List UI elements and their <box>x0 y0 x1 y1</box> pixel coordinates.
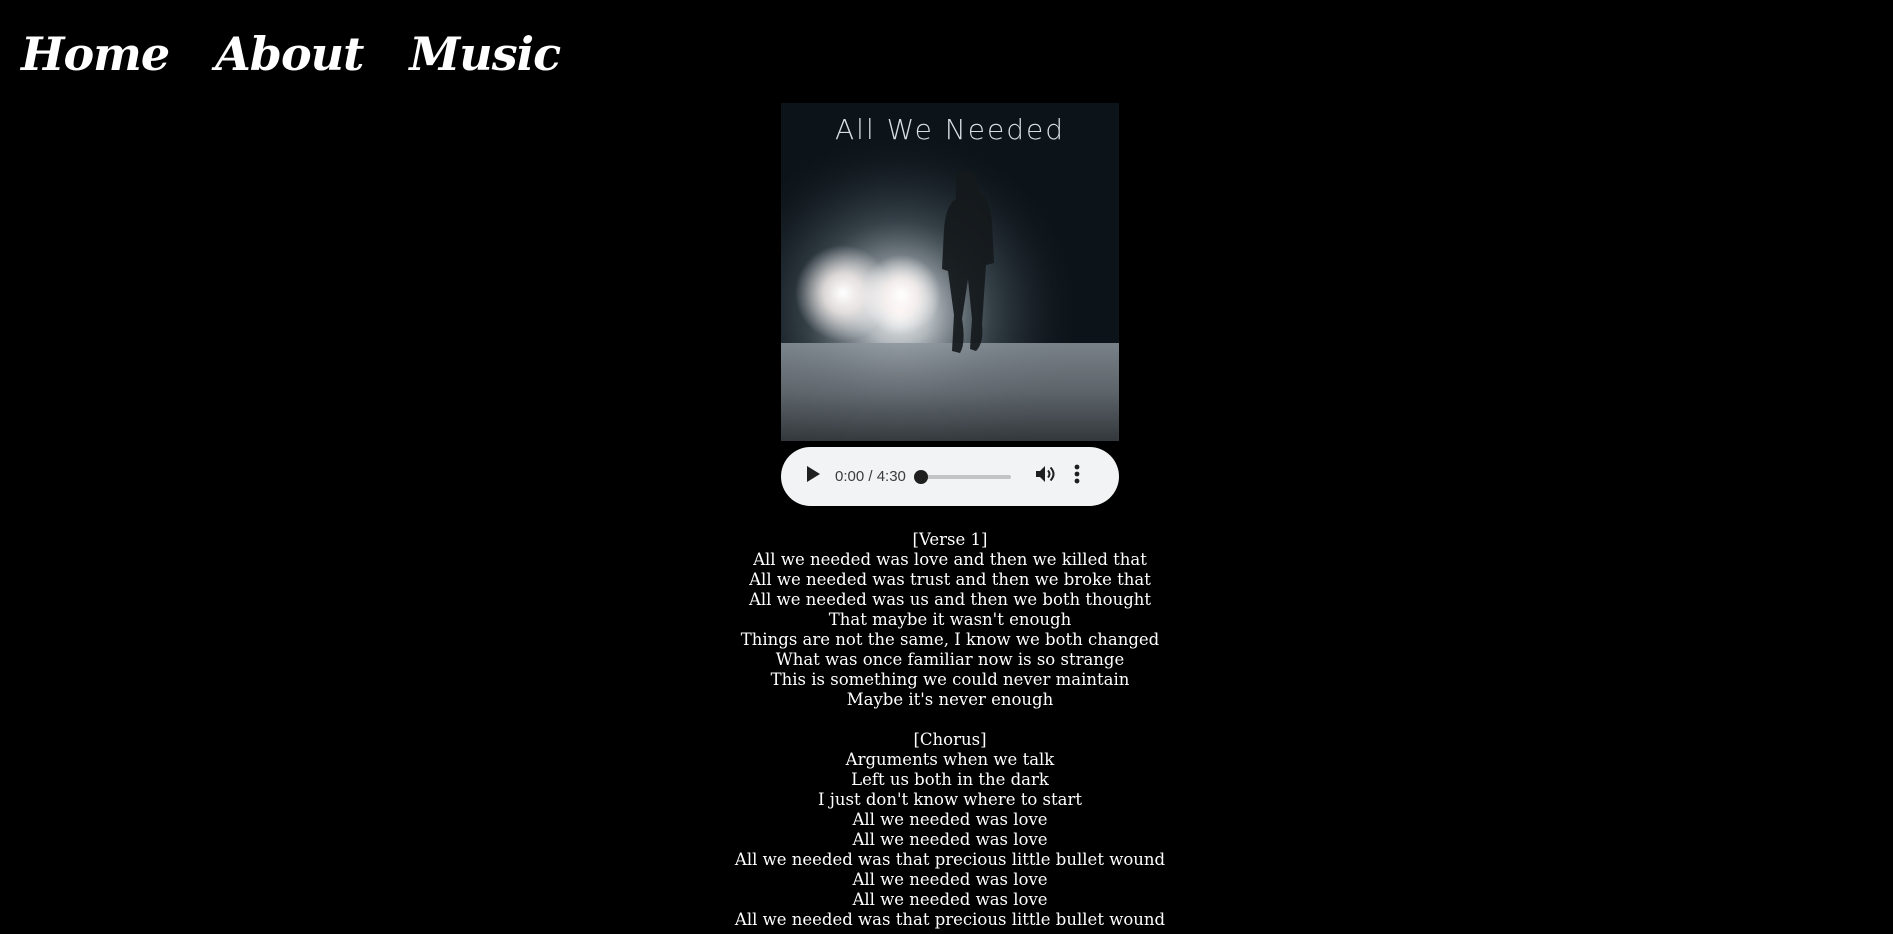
lyric-line: Things are not the same, I know we both … <box>740 630 1160 649</box>
lyric-line: All we needed was love <box>852 890 1048 909</box>
main-nav: Home About Music <box>21 22 561 86</box>
lyric-line: All we needed was that precious little b… <box>734 850 1166 869</box>
lyric-line: All we needed was love <box>852 810 1048 829</box>
lyric-line: All we needed was that precious little b… <box>734 910 1166 929</box>
lyric-line: I just don't know where to start <box>818 790 1082 809</box>
seek-thumb[interactable] <box>914 469 928 484</box>
volume-button[interactable] <box>1035 466 1057 488</box>
nav-home-link[interactable]: Home <box>21 22 170 86</box>
seek-bar[interactable] <box>914 469 1011 484</box>
verse-1: [Verse 1] All we needed was love and the… <box>650 530 1250 710</box>
more-vertical-icon <box>1074 464 1080 489</box>
nav-music-link[interactable]: Music <box>409 22 561 86</box>
lyric-line: Arguments when we talk <box>845 750 1055 769</box>
lyric-line: All we needed was us and then we both th… <box>748 590 1152 609</box>
play-icon <box>806 466 820 487</box>
cover-title: All We Needed <box>835 113 1065 146</box>
nav-about-link[interactable]: About <box>215 22 364 86</box>
audio-player: 0:00 / 4:30 <box>781 447 1119 506</box>
lyric-line: Left us both in the dark <box>851 770 1049 789</box>
lyric-line: What was once familiar now is so strange <box>775 650 1125 669</box>
more-options-button[interactable] <box>1071 464 1083 489</box>
volume-icon <box>1035 464 1057 489</box>
lyric-line: All we needed was love <box>852 830 1048 849</box>
time-display: 0:00 / 4:30 <box>835 468 906 485</box>
lyric-line: All we needed was love and then we kille… <box>753 550 1147 569</box>
cover-artwork <box>781 103 1119 441</box>
chorus: [Chorus] Arguments when we talk Left us … <box>650 730 1250 930</box>
lyric-line: This is something we could never maintai… <box>770 670 1130 689</box>
album-cover: All We Needed <box>781 103 1119 441</box>
lyric-line: All we needed was trust and then we brok… <box>749 570 1151 589</box>
lyric-line: All we needed was love <box>852 870 1048 889</box>
lyric-line: Maybe it's never enough <box>846 690 1054 709</box>
chorus-header: [Chorus] <box>913 730 987 749</box>
lyric-line: That maybe it wasn't enough <box>828 610 1072 629</box>
play-button[interactable] <box>803 466 823 487</box>
verse-header: [Verse 1] <box>912 530 988 549</box>
song-lyrics: [Verse 1] All we needed was love and the… <box>650 530 1250 934</box>
